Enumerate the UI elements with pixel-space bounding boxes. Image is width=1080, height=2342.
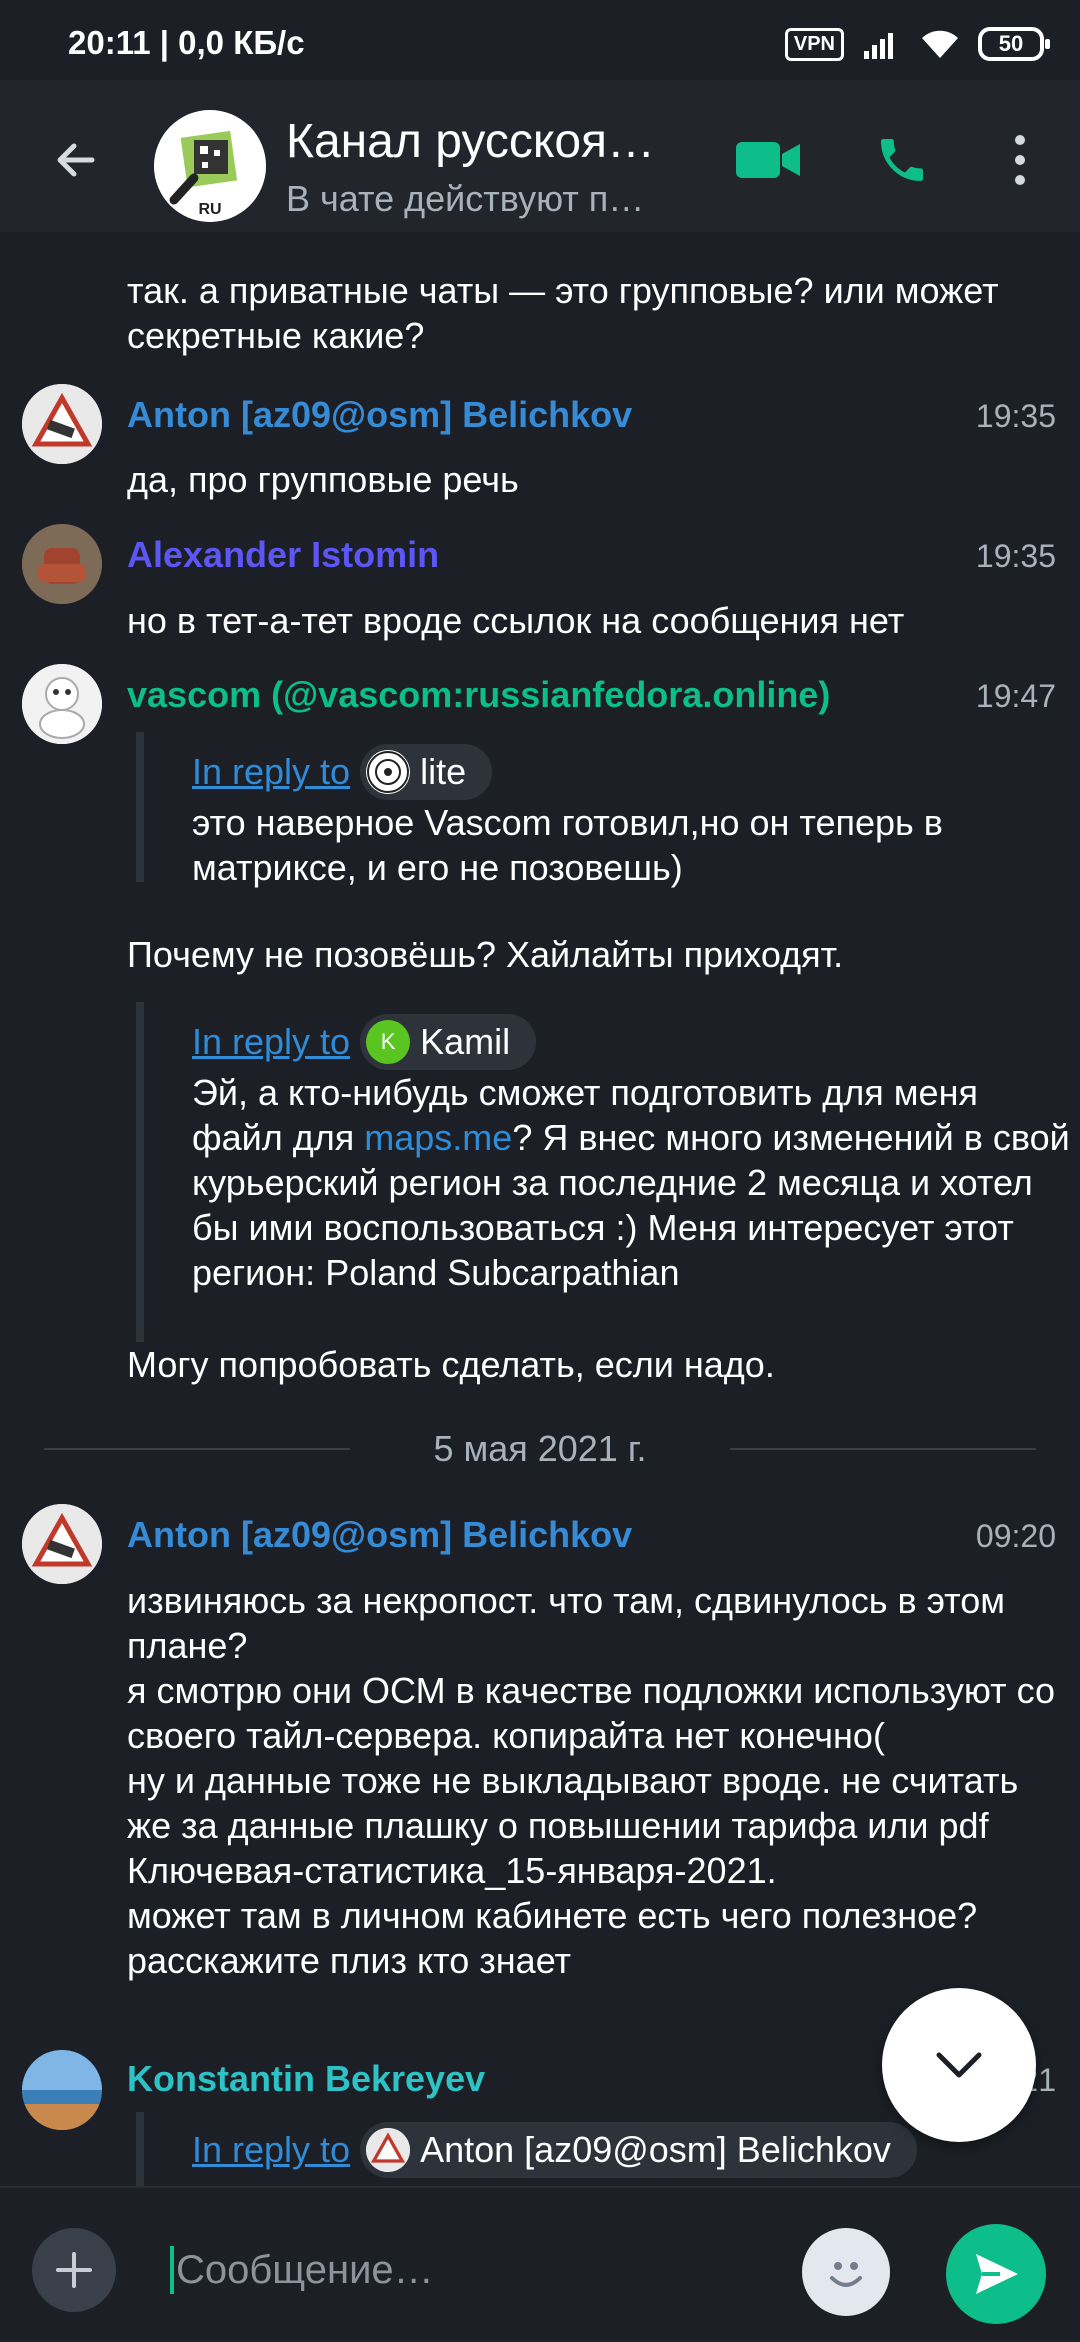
status-bar: 20:11 | 0,0 КБ/с VPN 50 [0, 0, 1080, 80]
quote-bar [136, 1002, 144, 1342]
user-pill[interactable]: lite [360, 744, 493, 800]
in-reply-to-link[interactable]: In reply to [192, 751, 350, 793]
room-topic[interactable]: В чате действуют п… [286, 178, 676, 220]
status-time: 20:11 | 0,0 КБ/с [68, 24, 305, 61]
message-time: 19:35 [975, 398, 1056, 434]
video-call-button[interactable] [732, 124, 804, 196]
message-time: 09:20 [975, 1518, 1056, 1554]
room-avatar[interactable]: RU [154, 110, 266, 222]
sender-name[interactable]: Anton [az09@osm] Belichkov [127, 1514, 632, 1556]
smiley-icon [830, 2262, 862, 2287]
user-avatar [366, 2128, 411, 2172]
reply-user-name: Kamil [420, 1021, 511, 1062]
avatar[interactable] [22, 664, 102, 744]
sender-name[interactable]: Anton [az09@osm] Belichkov [127, 394, 632, 436]
reply-header: In reply to Anton [az09@osm] Belichkov [192, 2122, 917, 2178]
arrow-left-icon [57, 143, 95, 177]
robot-avatar-icon [22, 664, 102, 744]
more-vertical-icon [1015, 135, 1025, 185]
room-header: RU Канал русскоя… В чате действуют п… [0, 80, 1080, 232]
sender-name[interactable]: Konstantin Bekreyev [127, 2058, 485, 2100]
message-input[interactable]: Сообщение… [170, 2228, 770, 2312]
reply-header: In reply to lite [192, 744, 493, 800]
sender-name[interactable]: Alexander Istomin [127, 534, 439, 576]
warning-sign-avatar-icon [22, 1504, 102, 1584]
message-input-placeholder: Сообщение… [176, 2247, 434, 2292]
openstreetmap-logo-icon: RU [154, 110, 266, 222]
avatar[interactable] [22, 1504, 102, 1584]
user-pill[interactable]: Anton [az09@osm] Belichkov [360, 2122, 917, 2178]
separator-line [730, 1448, 1036, 1450]
status-icons: VPN 50 [784, 26, 1050, 62]
armchair-avatar-icon [22, 524, 102, 604]
user-avatar: K [366, 1020, 411, 1064]
voice-call-button[interactable] [866, 124, 938, 196]
warning-sign-avatar-icon [22, 384, 102, 464]
user-pill[interactable]: K Kamil [360, 1014, 537, 1070]
message-body: извиняюсь за некропост. что там, сдвинул… [127, 1580, 1056, 1981]
user-avatar [366, 750, 411, 794]
message-body: да, про групповые речь [127, 459, 519, 500]
plus-icon [56, 2252, 92, 2288]
in-reply-to-link[interactable]: In reply to [192, 1021, 350, 1063]
quote-bar [136, 2112, 144, 2186]
message-composer: Сообщение… [0, 2186, 1080, 2342]
send-button[interactable] [946, 2224, 1046, 2324]
message-body: так. а приватные чаты — это групповые? и… [127, 270, 999, 356]
message-body: Могу попробовать сделать, если надо. [127, 1344, 775, 1385]
message-time: 19:47 [975, 678, 1056, 714]
back-button[interactable] [40, 124, 112, 196]
scroll-to-bottom-button[interactable] [882, 1988, 1036, 2142]
mandala-avatar-icon [367, 751, 410, 793]
text-caret [170, 2246, 174, 2294]
room-title[interactable]: Канал русскоя… [286, 114, 676, 169]
date-separator: 5 мая 2021 г. [0, 1428, 1080, 1469]
warning-sign-avatar-icon [366, 2128, 411, 2172]
attach-button[interactable] [32, 2228, 116, 2312]
emoji-button[interactable] [802, 2228, 890, 2316]
battery-indicator: 50 [978, 27, 1050, 61]
reply-user-name: lite [420, 751, 467, 792]
reply-user-name: Anton [az09@osm] Belichkov [420, 2129, 891, 2170]
chevron-down-icon [936, 2052, 982, 2078]
svg-text:RU: RU [198, 201, 221, 218]
send-icon [976, 2254, 1018, 2294]
wifi-icon [922, 30, 958, 58]
phone-icon [881, 139, 923, 181]
signal-icon [864, 33, 893, 59]
beach-avatar-icon [22, 2050, 102, 2130]
avatar[interactable] [22, 524, 102, 604]
quote-bar [136, 732, 144, 882]
in-reply-to-link[interactable]: In reply to [192, 2129, 350, 2171]
message-body: но в тет-а-тет вроде ссылок на сообщения… [127, 600, 905, 641]
video-camera-icon [736, 142, 800, 178]
reply-header: In reply to K Kamil [192, 1014, 537, 1070]
vpn-badge: VPN [784, 27, 844, 61]
avatar[interactable] [22, 2050, 102, 2130]
maps-me-link[interactable]: maps.me [364, 1117, 512, 1158]
avatar[interactable] [22, 384, 102, 464]
more-options-button[interactable] [984, 124, 1056, 196]
quoted-text: Эй, а кто-нибудь сможет подготовить для … [192, 1070, 1072, 1295]
quoted-text: это наверное Vascom готовил,но он теперь… [192, 802, 943, 888]
message-time: 19:35 [975, 538, 1056, 574]
message-body: Почему не позовёшь? Хайлайты приходят. [127, 934, 844, 975]
message-timeline[interactable]: так. а приватные чаты — это групповые? и… [0, 232, 1080, 2186]
sender-name[interactable]: vascom (@vascom:russianfedora.online) [127, 674, 830, 716]
